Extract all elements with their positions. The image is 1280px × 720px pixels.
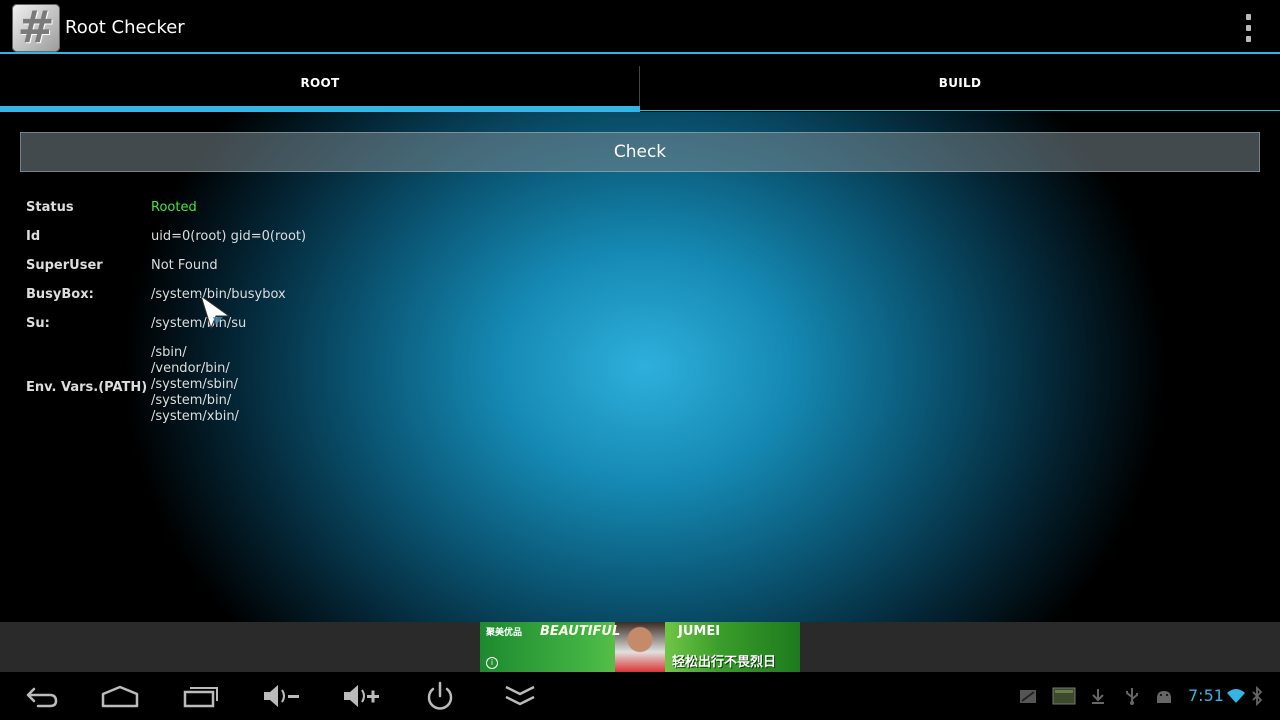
ad-info-icon[interactable]: i xyxy=(486,657,498,669)
sd-card-icon xyxy=(1052,686,1076,706)
path-entry: /sbin/ xyxy=(151,345,187,360)
env-path-label: Env. Vars.(PATH) xyxy=(26,380,148,395)
bluetooth-icon xyxy=(1250,685,1264,707)
back-icon[interactable] xyxy=(20,680,60,712)
root-content: Check Status Rooted Id uid=0(root) gid=0… xyxy=(0,112,1280,622)
power-icon[interactable] xyxy=(420,680,460,712)
android-debug-icon xyxy=(1154,686,1174,706)
busybox-label: BusyBox: xyxy=(26,287,94,302)
superuser-label: SuperUser xyxy=(26,258,103,273)
env-path-values: /sbin/ /vendor/bin/ /system/sbin/ /syste… xyxy=(151,345,239,425)
status-bar-clock: 7:51 xyxy=(1188,686,1224,705)
mouse-cursor-icon xyxy=(199,294,233,330)
id-label: Id xyxy=(26,229,41,244)
ad-brand: JUMEI xyxy=(678,624,721,639)
ad-banner[interactable]: 聚美优品 BEAUTIFUL JUMEI 轻松出行不畏烈日 i xyxy=(480,622,800,672)
home-icon[interactable] xyxy=(100,680,140,712)
ad-headline: BEAUTIFUL xyxy=(540,624,621,639)
system-nav-bar: 7:51 xyxy=(0,672,1280,720)
path-entry: /system/xbin/ xyxy=(151,409,239,424)
screenshot-icon xyxy=(1018,686,1038,706)
ad-model-image xyxy=(615,622,665,672)
app-icon[interactable]: # xyxy=(12,4,60,52)
path-entry: /system/bin/ xyxy=(151,393,232,408)
tab-root[interactable]: ROOT xyxy=(0,56,640,112)
tab-build[interactable]: BUILD xyxy=(640,56,1280,112)
usb-icon xyxy=(1122,686,1142,706)
tab-bar: ROOT BUILD xyxy=(0,56,1280,112)
screen: # Root Checker ROOT BUILD Check Status R… xyxy=(0,0,1280,720)
app-title: Root Checker xyxy=(65,17,185,38)
tab-underline xyxy=(640,110,1280,111)
action-bar: # Root Checker xyxy=(0,0,1280,54)
check-button[interactable]: Check xyxy=(20,132,1260,172)
path-entry: /vendor/bin/ xyxy=(151,361,230,376)
wifi-icon xyxy=(1226,686,1246,706)
download-icon xyxy=(1088,686,1108,706)
su-label: Su: xyxy=(26,316,50,331)
hash-icon: # xyxy=(17,2,55,53)
volume-up-icon[interactable] xyxy=(340,680,380,712)
collapse-icon[interactable] xyxy=(500,680,540,712)
volume-down-icon[interactable] xyxy=(260,680,300,712)
recent-apps-icon[interactable] xyxy=(180,680,220,712)
ad-strip: 聚美优品 BEAUTIFUL JUMEI 轻松出行不畏烈日 i xyxy=(0,622,1280,672)
status-label: Status xyxy=(26,200,74,215)
path-entry: /system/sbin/ xyxy=(151,377,239,392)
ad-logo: 聚美优品 xyxy=(486,628,523,638)
superuser-value: Not Found xyxy=(151,258,218,273)
status-value: Rooted xyxy=(151,200,197,215)
overflow-menu-icon[interactable] xyxy=(1238,14,1258,42)
id-value: uid=0(root) gid=0(root) xyxy=(151,229,307,244)
ad-slogan: 轻松出行不畏烈日 xyxy=(672,655,777,670)
